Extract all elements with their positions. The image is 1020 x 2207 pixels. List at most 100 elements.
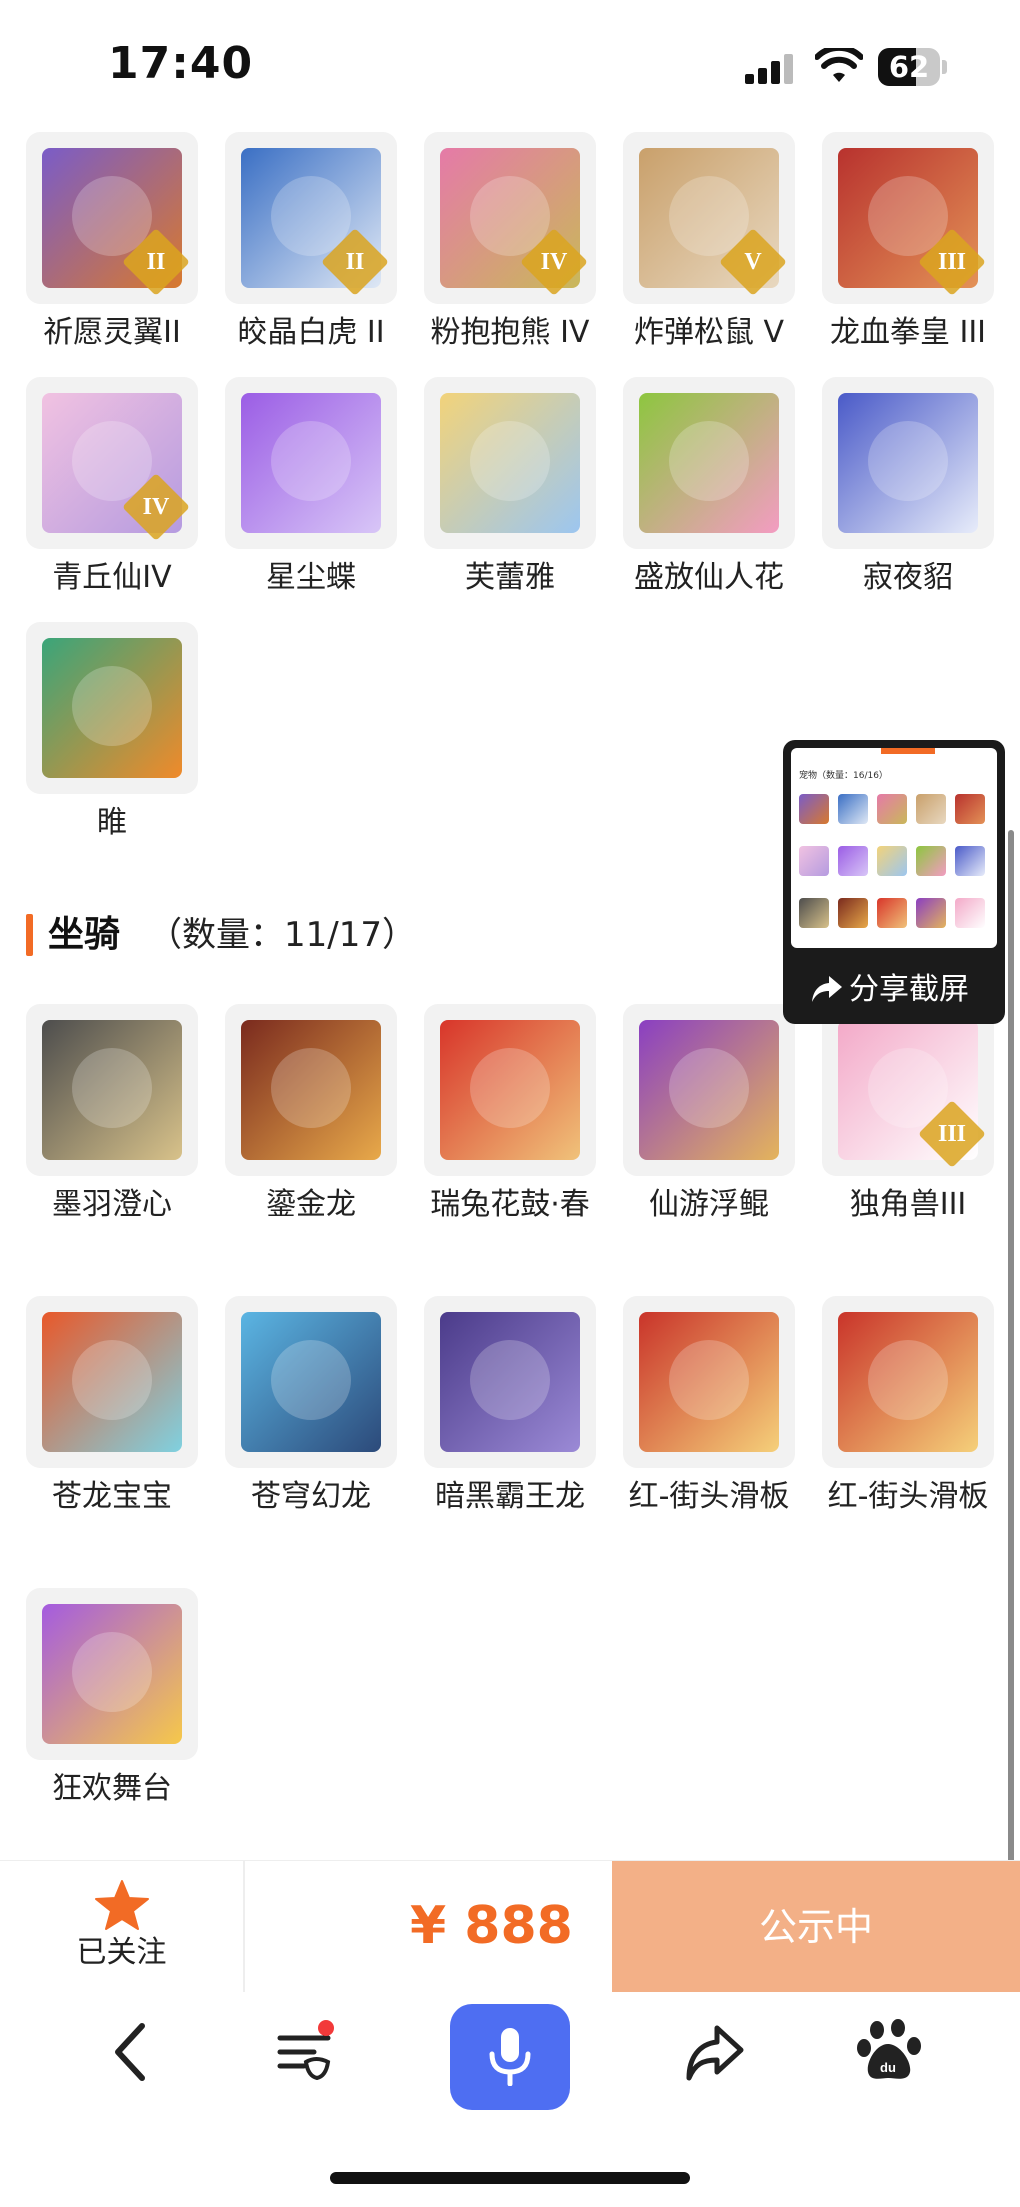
item-art [241, 1020, 381, 1160]
tier-label: V [744, 249, 762, 275]
publicity-status-label: 公示中 [758, 1905, 873, 1949]
item-name: 寂夜貂 [863, 560, 953, 595]
share-screenshot-button[interactable]: 分享截屏 [783, 956, 1005, 1024]
preview-thumbnail [838, 794, 868, 824]
grid-item[interactable]: II 皎晶白虎 II [225, 132, 397, 356]
cellular-signal-icon [745, 52, 795, 84]
baidu-paw-icon: du [857, 2019, 921, 2079]
grid-item[interactable]: 墨羽澄心 [26, 1004, 198, 1228]
item-art [440, 393, 580, 533]
preview-thumbnail [838, 846, 868, 876]
scrollbar[interactable] [1008, 830, 1014, 1980]
back-button[interactable] [68, 1992, 188, 2112]
share-label: 分享截屏 [849, 972, 969, 1007]
grid-item[interactable]: 星尘蝶 [225, 377, 397, 601]
screenshot-preview[interactable]: 宠物（数量：16/16） [791, 748, 997, 948]
share-button[interactable] [655, 1992, 775, 2112]
grid-item[interactable]: II 祈愿灵翼II [26, 132, 198, 356]
baidu-home-button[interactable]: du [830, 1992, 950, 2112]
item-art [440, 1020, 580, 1160]
item-art [639, 1020, 779, 1160]
grid-item[interactable]: III 龙血拳皇 III [822, 132, 994, 356]
action-bar: 已关注 ¥ 888 公示中 [0, 1860, 1020, 1993]
item-thumbnail: IV [424, 132, 596, 304]
voice-search-button[interactable] [450, 2004, 570, 2110]
item-name: 鎏金龙 [266, 1187, 356, 1222]
svg-text:du: du [880, 2060, 896, 2075]
item-name: 芙蕾雅 [465, 560, 555, 595]
price: ¥ 888 [410, 1896, 573, 1956]
back-icon [115, 2023, 145, 2081]
preview-thumbnail [799, 898, 829, 928]
wifi-icon [815, 48, 863, 82]
grid-item[interactable]: 瑞兔花鼓·春 [424, 1004, 596, 1228]
item-thumbnail: IV [26, 377, 198, 549]
item-art [241, 393, 381, 533]
battery-icon: 62 [878, 48, 948, 86]
tier-label: III [937, 1121, 967, 1147]
item-thumbnail [623, 377, 795, 549]
home-indicator[interactable] [330, 2172, 690, 2184]
grid-item[interactable]: 盛放仙人花 [623, 377, 795, 601]
tier-badge: IV [122, 473, 190, 541]
item-thumbnail [424, 1004, 596, 1176]
preview-thumbnail [955, 794, 985, 824]
item-thumbnail: II [225, 132, 397, 304]
preview-thumbnail [877, 794, 907, 824]
menu-button[interactable] [244, 1992, 364, 2112]
tier-badge: II [122, 228, 190, 296]
grid-item[interactable]: IV 青丘仙IV [26, 377, 198, 601]
item-thumbnail: II [26, 132, 198, 304]
share-arrow-icon [812, 976, 842, 1002]
grid-item[interactable]: 红-街头滑板 [822, 1296, 994, 1520]
item-thumbnail [225, 1004, 397, 1176]
grid-item[interactable]: 苍龙宝宝 [26, 1296, 198, 1520]
tier-label: IV [142, 494, 170, 520]
follow-label: 已关注 [76, 1935, 167, 1970]
item-name: 睢 [97, 805, 127, 840]
preview-thumbnail [799, 794, 829, 824]
share-icon [686, 2025, 744, 2081]
item-name: 青丘仙IV [52, 560, 172, 595]
item-thumbnail [26, 1588, 198, 1760]
item-art [440, 1312, 580, 1452]
tier-label: III [937, 249, 967, 275]
grid-item[interactable]: 芙蕾雅 [424, 377, 596, 601]
section-title: 坐骑 [48, 914, 121, 955]
item-thumbnail [225, 377, 397, 549]
section-count: （数量：11/17） [148, 915, 416, 955]
grid-item[interactable]: 寂夜貂 [822, 377, 994, 601]
grid-item[interactable]: III 独角兽III [822, 1004, 994, 1228]
item-thumbnail [623, 1296, 795, 1468]
section-accent-bar [26, 914, 33, 956]
item-thumbnail: III [822, 1004, 994, 1176]
grid-item[interactable]: 睢 [26, 622, 198, 846]
follow-button[interactable]: 已关注 [0, 1861, 243, 1993]
grid-item[interactable]: 红-街头滑板 [623, 1296, 795, 1520]
item-name: 龙血拳皇 III [829, 315, 987, 350]
item-art [42, 638, 182, 778]
divider [243, 1861, 245, 1993]
item-thumbnail: III [822, 132, 994, 304]
item-art [42, 1020, 182, 1160]
microphone-icon [489, 2028, 531, 2086]
item-name: 苍穹幻龙 [251, 1479, 371, 1514]
tier-badge: II [321, 228, 389, 296]
grid-item[interactable]: 苍穹幻龙 [225, 1296, 397, 1520]
grid-item[interactable]: 狂欢舞台 [26, 1588, 198, 1812]
grid-item[interactable]: V 炸弹松鼠 V [623, 132, 795, 356]
item-art [241, 1312, 381, 1452]
grid-item[interactable]: 仙游浮鲲 [623, 1004, 795, 1228]
item-art [838, 1312, 978, 1452]
item-name: 祈愿灵翼II [43, 315, 181, 350]
preview-thumbnail [916, 794, 946, 824]
screenshot-popup[interactable]: 宠物（数量：16/16） 分享截屏 [783, 740, 1005, 1024]
grid-item[interactable]: IV 粉抱抱熊 IV [424, 132, 596, 356]
grid-item[interactable]: 鎏金龙 [225, 1004, 397, 1228]
grid-item[interactable]: 暗黑霸王龙 [424, 1296, 596, 1520]
item-name: 粉抱抱熊 IV [430, 315, 590, 350]
item-thumbnail: V [623, 132, 795, 304]
publicity-status-button[interactable]: 公示中 [612, 1861, 1020, 1993]
item-thumbnail [424, 1296, 596, 1468]
status-time: 17:40 [108, 38, 254, 89]
